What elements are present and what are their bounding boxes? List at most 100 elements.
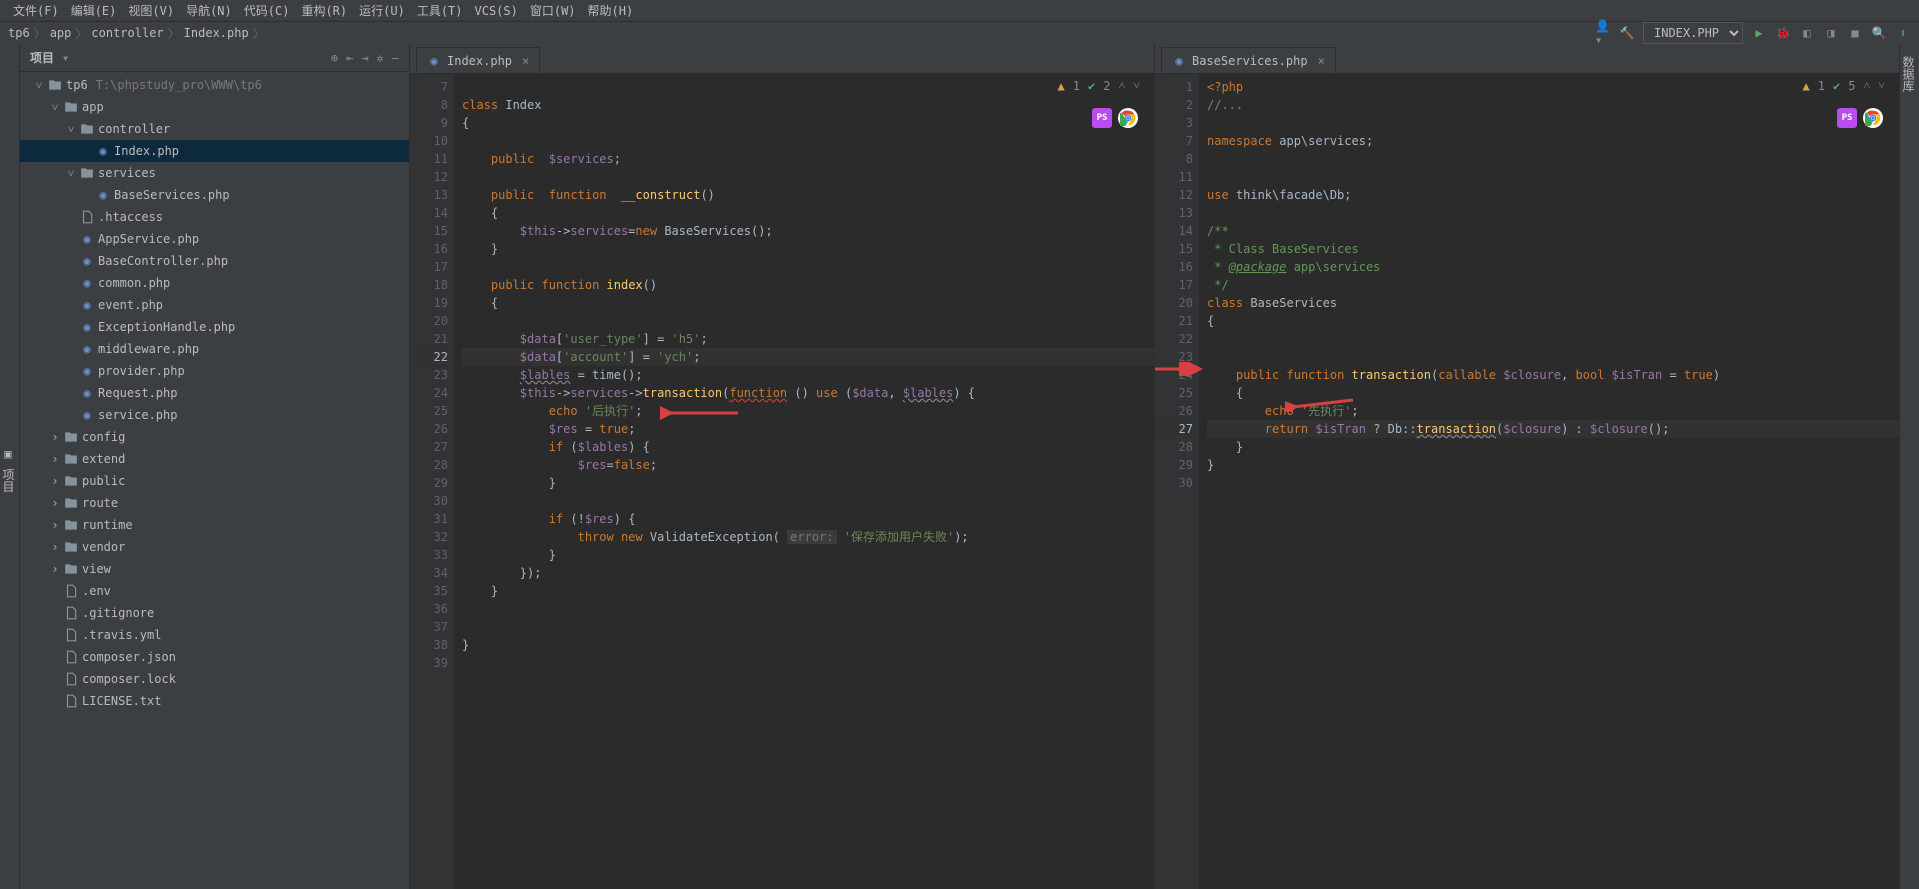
nav-down-icon[interactable]: ˅	[1133, 78, 1140, 93]
tree-node[interactable]: ˅tp6T:\phpstudy_pro\WWW\tp6	[20, 74, 409, 96]
inspection-widget[interactable]: ▲1 ✔5 ˄ ˅	[1799, 78, 1890, 93]
tree-node[interactable]: .env	[20, 580, 409, 602]
tree-node[interactable]: ◉BaseController.php	[20, 250, 409, 272]
inspection-widget[interactable]: ▲1 ✔2 ˄ ˅	[1054, 78, 1145, 93]
project-tool-button[interactable]: ▣ 项目	[0, 50, 19, 889]
menu-window[interactable]: 窗口(W)	[525, 0, 581, 21]
run-icon[interactable]: ▶	[1751, 25, 1767, 41]
project-tree[interactable]: ˅tp6T:\phpstudy_pro\WWW\tp6˅app˅controll…	[20, 72, 409, 889]
close-icon[interactable]: ×	[522, 54, 529, 68]
breadcrumb-item[interactable]: controller	[91, 26, 163, 40]
gutter[interactable]: 7891011121314151617181920212223242526272…	[410, 74, 454, 889]
tree-label: extend	[82, 452, 125, 466]
expand-icon[interactable]: ⇥	[361, 51, 368, 65]
breadcrumb-item[interactable]: Index.php	[184, 26, 249, 40]
tree-node[interactable]: LICENSE.txt	[20, 690, 409, 712]
chevron-icon[interactable]: ›	[50, 474, 60, 488]
build-icon[interactable]: 🔨	[1619, 25, 1635, 41]
tree-node[interactable]: ›config	[20, 426, 409, 448]
target-icon[interactable]: ⊕	[331, 51, 338, 65]
chrome-icon[interactable]	[1863, 108, 1883, 128]
tree-node[interactable]: ◉common.php	[20, 272, 409, 294]
debug-icon[interactable]: 🐞	[1775, 25, 1791, 41]
collapse-icon[interactable]: ⇤	[346, 51, 353, 65]
nav-down-icon[interactable]: ˅	[1878, 78, 1885, 93]
chevron-icon[interactable]: ˅	[34, 78, 44, 93]
menu-edit[interactable]: 编辑(E)	[66, 0, 122, 21]
project-panel: 项目 ▾ ⊕ ⇤ ⇥ ✲ — ˅tp6T:\phpstudy_pro\WWW\t…	[20, 44, 410, 889]
menu-file[interactable]: 文件(F)	[8, 0, 64, 21]
breadcrumb-item[interactable]: tp6	[8, 26, 30, 40]
chevron-icon[interactable]: ›	[50, 562, 60, 576]
editor-body[interactable]: ▲1 ✔2 ˄ ˅ PS 789101112131415161718192021…	[410, 74, 1154, 889]
database-tool-button[interactable]: 数据库	[1898, 50, 1919, 889]
gutter[interactable]: 1237811121314151617202122232425262728293…	[1155, 74, 1199, 889]
menu-run[interactable]: 运行(U)	[354, 0, 410, 21]
phpstorm-preview-icon[interactable]: PS	[1092, 108, 1112, 128]
tree-node[interactable]: .htaccess	[20, 206, 409, 228]
stop-icon[interactable]: ■	[1847, 25, 1863, 41]
tree-node[interactable]: ◉AppService.php	[20, 228, 409, 250]
tree-node[interactable]: ◉provider.php	[20, 360, 409, 382]
run-config-select[interactable]: INDEX.PHP	[1643, 22, 1743, 44]
tree-node[interactable]: ›vendor	[20, 536, 409, 558]
tree-node[interactable]: .travis.yml	[20, 624, 409, 646]
user-add-icon[interactable]: 👤▾	[1595, 25, 1611, 41]
chevron-icon[interactable]: ›	[50, 452, 60, 466]
editor-body[interactable]: ▲1 ✔5 ˄ ˅ PS 123781112131415161720212223…	[1155, 74, 1899, 889]
tree-node[interactable]: ˅controller	[20, 118, 409, 140]
menu-refactor[interactable]: 重构(R)	[296, 0, 352, 21]
browser-icons: PS	[1092, 108, 1138, 128]
menu-help[interactable]: 帮助(H)	[583, 0, 639, 21]
phpstorm-preview-icon[interactable]: PS	[1837, 108, 1857, 128]
chevron-icon[interactable]: ˅	[66, 122, 76, 137]
tree-node[interactable]: ›route	[20, 492, 409, 514]
chevron-right-icon: 〉	[75, 25, 87, 42]
tree-node[interactable]: ◉event.php	[20, 294, 409, 316]
tab-baseservices-php[interactable]: ◉ BaseServices.php ×	[1161, 47, 1336, 73]
tree-node[interactable]: ◉Index.php	[20, 140, 409, 162]
menu-code[interactable]: 代码(C)	[239, 0, 295, 21]
tree-node[interactable]: ˅app	[20, 96, 409, 118]
hide-icon[interactable]: —	[392, 51, 399, 65]
chevron-icon[interactable]: ›	[50, 518, 60, 532]
menu-navigate[interactable]: 导航(N)	[181, 0, 237, 21]
chevron-icon[interactable]: ˅	[66, 166, 76, 181]
nav-up-icon[interactable]: ˄	[1118, 78, 1125, 93]
tree-node[interactable]: .gitignore	[20, 602, 409, 624]
tree-node[interactable]: ˅services	[20, 162, 409, 184]
tree-node[interactable]: ◉middleware.php	[20, 338, 409, 360]
close-icon[interactable]: ×	[1318, 54, 1325, 68]
coverage-icon[interactable]: ◧	[1799, 25, 1815, 41]
tree-node[interactable]: composer.json	[20, 646, 409, 668]
updates-icon[interactable]: ⬆	[1895, 25, 1911, 41]
chrome-icon[interactable]	[1118, 108, 1138, 128]
tree-node[interactable]: composer.lock	[20, 668, 409, 690]
menu-view[interactable]: 视图(V)	[123, 0, 179, 21]
code-area[interactable]: class Index{ public $services; public fu…	[454, 74, 1154, 889]
tree-node[interactable]: ›runtime	[20, 514, 409, 536]
php-file-icon: ◉	[80, 276, 94, 290]
profiler-icon[interactable]: ◨	[1823, 25, 1839, 41]
chevron-icon[interactable]: ›	[50, 496, 60, 510]
menu-tools[interactable]: 工具(T)	[412, 0, 468, 21]
tree-label: Index.php	[114, 144, 179, 158]
code-area[interactable]: <?php//... namespace app\services; use t…	[1199, 74, 1899, 889]
tree-node[interactable]: ›view	[20, 558, 409, 580]
tree-node[interactable]: ◉Request.php	[20, 382, 409, 404]
chevron-icon[interactable]: ›	[50, 540, 60, 554]
dropdown-icon[interactable]: ▾	[62, 51, 69, 65]
tree-node[interactable]: ›public	[20, 470, 409, 492]
tree-node[interactable]: ◉ExceptionHandle.php	[20, 316, 409, 338]
breadcrumb-item[interactable]: app	[50, 26, 72, 40]
settings-icon[interactable]: ✲	[377, 51, 384, 65]
nav-up-icon[interactable]: ˄	[1863, 78, 1870, 93]
tree-node[interactable]: › extend	[20, 448, 409, 470]
chevron-icon[interactable]: ˅	[50, 100, 60, 115]
menu-vcs[interactable]: VCS(S)	[470, 2, 523, 20]
tree-node[interactable]: ◉service.php	[20, 404, 409, 426]
search-icon[interactable]: 🔍	[1871, 25, 1887, 41]
tree-node[interactable]: ◉BaseServices.php	[20, 184, 409, 206]
chevron-icon[interactable]: ›	[50, 430, 60, 444]
tab-index-php[interactable]: ◉ Index.php ×	[416, 47, 540, 73]
